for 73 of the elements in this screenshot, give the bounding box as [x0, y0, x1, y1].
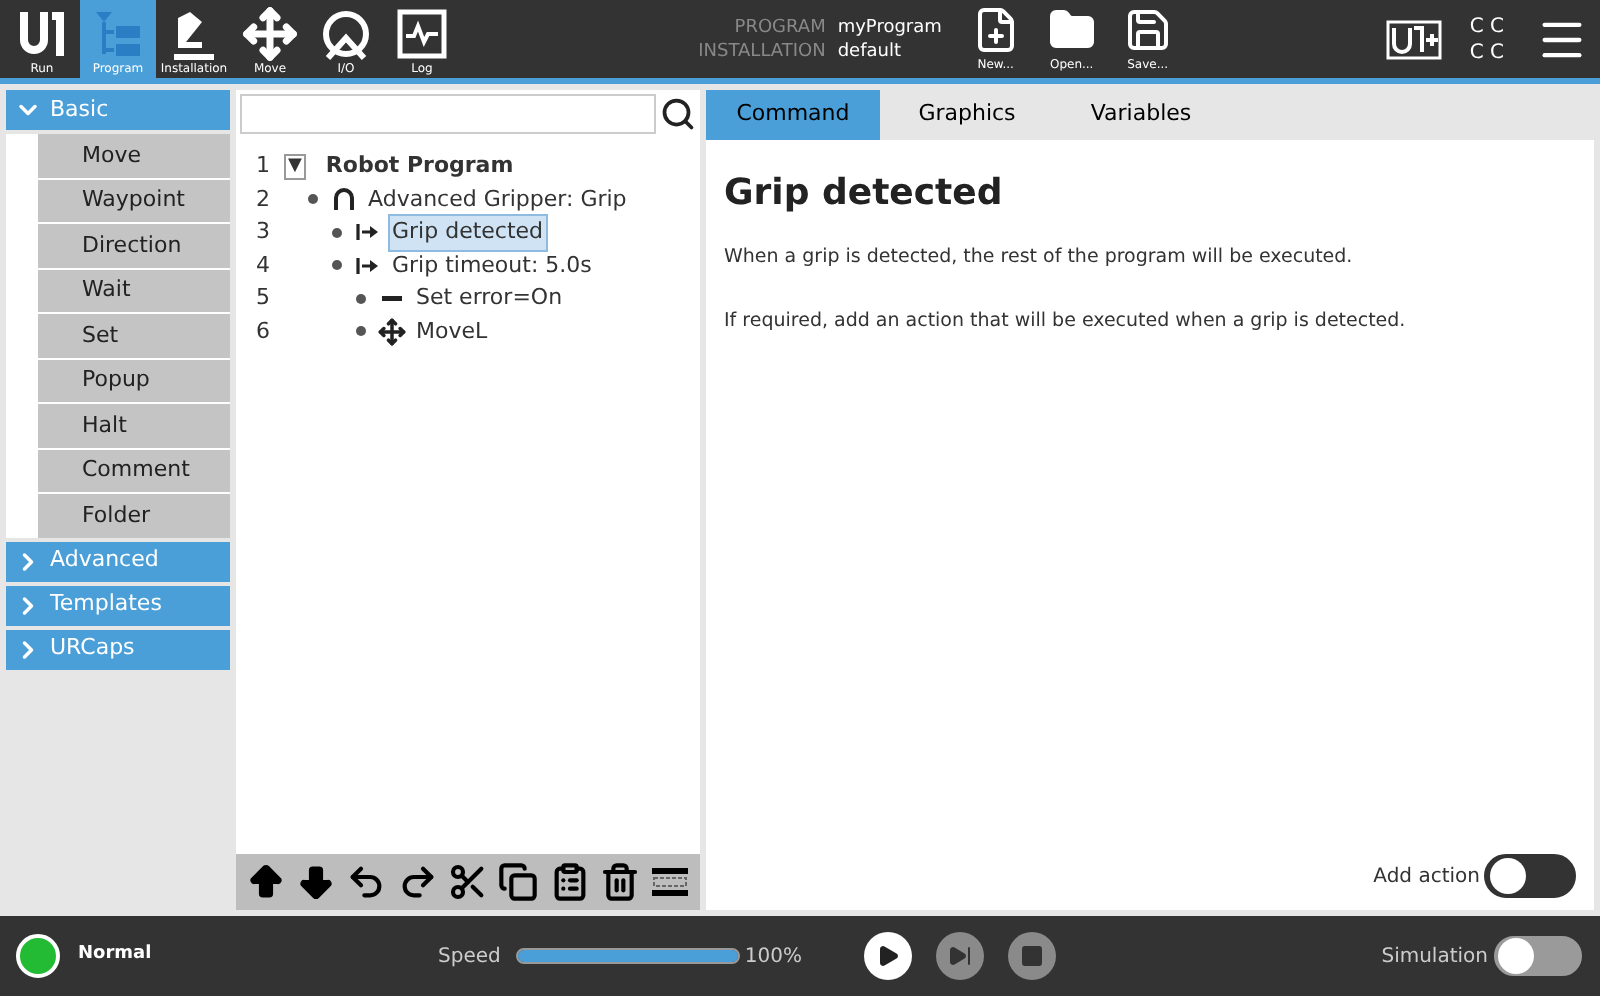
tree-node[interactable]: Grip timeout: 5.0s: [388, 247, 596, 284]
speed-slider[interactable]: [516, 948, 741, 964]
search-field[interactable]: [240, 94, 656, 134]
installation-name: default: [837, 39, 904, 63]
line-number: 6: [254, 315, 272, 347]
move-icon: [378, 317, 406, 346]
status-light-icon: [16, 934, 60, 978]
add-action-label: Add action: [1373, 863, 1480, 891]
command-item[interactable]: Comment: [38, 449, 230, 492]
line-number: 5: [254, 282, 272, 314]
tree-node[interactable]: Robot Program: [321, 148, 518, 185]
command-item[interactable]: Move: [38, 134, 230, 177]
stop-icon: [1020, 944, 1045, 968]
scissors-icon[interactable]: [447, 862, 488, 902]
collapse-pin-icon[interactable]: [308, 194, 318, 205]
move-icon: [242, 6, 298, 62]
panel-tab[interactable]: Command: [706, 90, 880, 140]
command-item[interactable]: Halt: [38, 404, 230, 447]
gauge-icon: [318, 6, 374, 62]
waveform-icon: [394, 6, 450, 62]
collapse-pin-icon[interactable]: [332, 260, 342, 271]
status-indicator: C C: [1469, 13, 1504, 39]
collapse-pin-icon[interactable]: [332, 227, 342, 238]
toggle-switch[interactable]: [1492, 934, 1584, 978]
tree-node[interactable]: Set error=On: [412, 280, 567, 317]
collapse-pin-icon[interactable]: [356, 293, 366, 304]
up-arrow-icon[interactable]: [245, 862, 286, 902]
command-item[interactable]: Direction: [38, 224, 230, 267]
clipboard-icon[interactable]: [549, 862, 590, 902]
simulation-label: Simulation: [1381, 943, 1488, 971]
panel-tab[interactable]: Graphics: [880, 90, 1054, 140]
toggle-switch[interactable]: [1484, 854, 1576, 898]
command-item[interactable]: Set: [38, 314, 230, 357]
logo-icon: [14, 6, 70, 62]
collapse-toggle[interactable]: ▼: [284, 153, 306, 180]
status-indicator: C C: [1469, 39, 1504, 65]
command-item[interactable]: Wait: [38, 269, 230, 312]
line-number: 3: [254, 216, 272, 248]
command-item[interactable]: Popup: [38, 359, 230, 402]
play-button[interactable]: [864, 932, 913, 980]
panel-tab[interactable]: Variables: [1054, 90, 1228, 140]
tree-node[interactable]: MoveL: [412, 313, 492, 350]
search-icon[interactable]: [660, 96, 696, 132]
copy-icon[interactable]: [498, 862, 539, 902]
line-number: 2: [254, 183, 272, 215]
tree-node[interactable]: Grip detected: [388, 214, 548, 251]
line-number: 1: [254, 150, 272, 182]
description-text: When a grip is detected, the rest of the program will be executed.: [724, 244, 1355, 272]
undo-icon[interactable]: [346, 862, 387, 902]
redo-icon[interactable]: [397, 862, 438, 902]
speed-label: Speed: [438, 943, 501, 971]
command-title: Grip detected: [724, 170, 1005, 218]
collapse-pin-icon[interactable]: [356, 326, 366, 337]
ur-plus-logo[interactable]: [1385, 19, 1442, 59]
step-icon: [948, 944, 973, 968]
installation-label: INSTALLATION: [698, 39, 826, 63]
gripper-icon: [330, 185, 358, 214]
program-tree-icon: [90, 6, 146, 62]
play-icon: [876, 944, 901, 968]
command-item[interactable]: Waypoint: [38, 179, 230, 222]
line-number: 4: [254, 249, 272, 281]
suppress-icon[interactable]: [650, 862, 691, 902]
speed-value: 100%: [744, 943, 804, 971]
program-label: PROGRAM: [732, 15, 826, 39]
command-item[interactable]: Folder: [38, 494, 230, 537]
description-text: If required, add an action that will be executed when a grip is detected.: [724, 308, 1408, 337]
trash-icon[interactable]: [599, 862, 640, 902]
robot-status: Normal: [78, 942, 154, 969]
tree-node[interactable]: Advanced Gripper: Grip: [364, 181, 631, 218]
folder-icon: [1047, 6, 1096, 54]
program-name: myProgram: [837, 15, 944, 39]
save-icon: [1123, 6, 1172, 54]
down-arrow-icon[interactable]: [295, 862, 336, 902]
